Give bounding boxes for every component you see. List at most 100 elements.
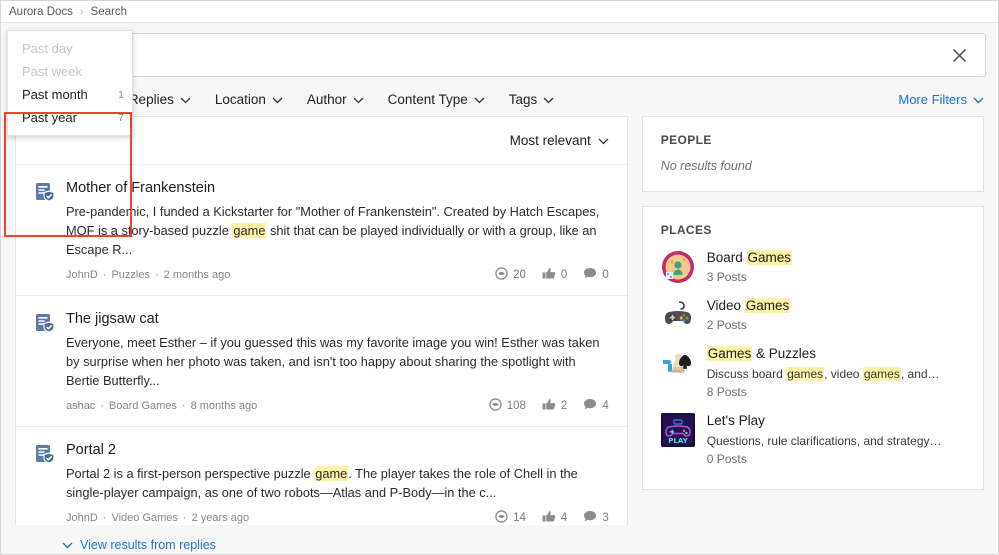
view-replies-label: View results from replies bbox=[80, 538, 216, 552]
dropdown-item-label: Past month bbox=[22, 87, 88, 102]
meta-separator: · bbox=[102, 269, 107, 281]
place-name: Video Games bbox=[707, 297, 791, 314]
last-update-dropdown-menu[interactable]: Past day Past week Past month 1 Past yea… bbox=[7, 30, 133, 136]
views-count: 14 bbox=[513, 512, 526, 524]
breadcrumb-current: Search bbox=[90, 5, 128, 18]
meta-separator: · bbox=[100, 400, 105, 412]
lets-play-avatar: PLAY bbox=[660, 413, 695, 447]
result-item[interactable]: The jigsaw cat Everyone, meet Esther – i… bbox=[16, 296, 627, 427]
more-filters-label: More Filters bbox=[898, 92, 967, 107]
views-stat: 20 bbox=[495, 267, 526, 283]
clear-icon[interactable] bbox=[950, 46, 969, 65]
meta-separator: · bbox=[102, 512, 107, 524]
view-results-from-replies-button[interactable]: View results from replies bbox=[16, 530, 627, 555]
filter-location-label: Location bbox=[214, 92, 266, 107]
search-input[interactable] bbox=[62, 46, 950, 64]
sidebar-panel: PEOPLE No results found PLACES Board Gam… bbox=[641, 116, 984, 525]
desc-part: , and… bbox=[900, 367, 940, 381]
results-panel: Most relevant Mother of Frankenstein Pre… bbox=[15, 116, 628, 552]
desc-part: Discuss board bbox=[706, 367, 787, 381]
place-item-games-and-puzzles[interactable]: Games & Puzzles Discuss board games, vid… bbox=[661, 345, 965, 399]
result-place[interactable]: Video Games bbox=[111, 512, 177, 524]
video-games-avatar bbox=[661, 298, 695, 332]
result-body: Portal 2 Portal 2 is a first-person pers… bbox=[66, 441, 609, 526]
board-games-avatar bbox=[661, 250, 695, 284]
result-title[interactable]: Portal 2 bbox=[66, 441, 609, 459]
result-item[interactable]: Mother of Frankenstein Pre-pandemic, I f… bbox=[16, 165, 627, 296]
result-author[interactable]: ashac bbox=[66, 400, 95, 412]
filter-tags[interactable]: Tags bbox=[503, 88, 561, 111]
filter-author[interactable]: Author bbox=[301, 88, 370, 111]
result-body: The jigsaw cat Everyone, meet Esther – i… bbox=[66, 310, 609, 414]
place-name-highlight: Games bbox=[706, 346, 753, 361]
result-meta: JohnD · Video Games · 2 years ago 14 4 3 bbox=[66, 510, 609, 526]
place-posts: 2 Posts bbox=[706, 318, 747, 332]
dropdown-item-past-week: Past week bbox=[8, 60, 132, 83]
filter-location[interactable]: Location bbox=[209, 88, 289, 111]
filter-tags-label: Tags bbox=[508, 92, 538, 107]
meta-separator: · bbox=[181, 400, 186, 412]
place-item-lets-play[interactable]: PLAY Let's Play Questions, rule clarific… bbox=[660, 412, 965, 466]
sort-dropdown[interactable]: Most relevant bbox=[510, 133, 609, 148]
result-author[interactable]: JohnD bbox=[66, 512, 98, 524]
document-verified-icon bbox=[34, 181, 56, 283]
filter-replies-label: Replies bbox=[128, 92, 174, 107]
more-filters-button[interactable]: More Filters bbox=[898, 92, 984, 107]
result-snippet: Portal 2 is a first-person perspective p… bbox=[66, 464, 609, 502]
breadcrumb-root[interactable]: Aurora Docs bbox=[9, 6, 73, 18]
document-verified-icon bbox=[34, 312, 56, 414]
result-author[interactable]: JohnD bbox=[66, 269, 98, 281]
comment-icon bbox=[583, 267, 597, 283]
place-body: Board Games 3 Posts bbox=[707, 249, 793, 284]
place-desc: Discuss board games, video games, and… bbox=[707, 366, 940, 382]
views-icon bbox=[488, 398, 502, 414]
svg-text:PLAY: PLAY bbox=[668, 437, 688, 445]
result-item[interactable]: Portal 2 Portal 2 is a first-person pers… bbox=[16, 427, 627, 530]
desc-highlight: games bbox=[786, 367, 825, 381]
filter-content-type[interactable]: Content Type bbox=[382, 88, 491, 111]
views-icon bbox=[495, 510, 508, 526]
result-meta: ashac · Board Games · 8 months ago 108 2… bbox=[66, 398, 609, 414]
dropdown-item-past-month[interactable]: Past month 1 bbox=[8, 83, 132, 106]
place-item-video-games[interactable]: Video Games 2 Posts bbox=[661, 297, 965, 332]
comments-count: 0 bbox=[602, 269, 609, 281]
result-title[interactable]: Mother of Frankenstein bbox=[66, 179, 609, 197]
result-title[interactable]: The jigsaw cat bbox=[66, 310, 609, 328]
meta-separator: · bbox=[182, 512, 187, 524]
result-time: 2 months ago bbox=[163, 269, 231, 281]
place-name: Let's Play bbox=[706, 413, 765, 428]
place-name-highlight: Games bbox=[746, 250, 793, 265]
filter-replies[interactable]: Replies bbox=[123, 88, 197, 111]
place-body: Let's Play Questions, rule clarification… bbox=[707, 412, 942, 466]
place-item-board-games[interactable]: Board Games 3 Posts bbox=[661, 249, 965, 284]
result-snippet: Everyone, meet Esther – if you guessed t… bbox=[66, 333, 609, 390]
result-place[interactable]: Board Games bbox=[109, 400, 177, 412]
result-stats: 14 4 3 bbox=[495, 510, 609, 526]
place-posts: 0 Posts bbox=[706, 452, 747, 466]
thumbs-up-icon bbox=[542, 267, 556, 283]
sort-label: Most relevant bbox=[509, 133, 591, 148]
result-body: Mother of Frankenstein Pre-pandemic, I f… bbox=[66, 179, 609, 283]
chevron-down-icon bbox=[180, 92, 191, 107]
search-page: Aurora Docs › Search Last Update Replies bbox=[0, 0, 999, 555]
chevron-down-icon bbox=[353, 92, 364, 107]
games-puzzles-avatar bbox=[661, 346, 695, 380]
chevron-down-icon bbox=[474, 92, 485, 107]
dropdown-item-past-day: Past day bbox=[8, 37, 132, 60]
place-body: Games & Puzzles Discuss board games, vid… bbox=[706, 345, 940, 399]
search-area bbox=[1, 23, 998, 77]
result-stats: 20 0 0 bbox=[495, 267, 609, 283]
result-meta: JohnD · Puzzles · 2 months ago 20 0 0 bbox=[66, 267, 609, 283]
dropdown-item-count: 7 bbox=[118, 111, 124, 124]
result-place[interactable]: Puzzles bbox=[111, 269, 150, 281]
people-empty-text: No results found bbox=[660, 159, 752, 173]
desc-part: , video bbox=[824, 367, 863, 381]
result-time: 2 years ago bbox=[191, 512, 250, 524]
thumbs-up-icon bbox=[542, 398, 556, 414]
content-columns: Most relevant Mother of Frankenstein Pre… bbox=[1, 116, 998, 552]
places-card-title: PLACES bbox=[660, 223, 712, 237]
dropdown-item-past-year[interactable]: Past year 7 bbox=[8, 106, 132, 129]
dropdown-item-label: Past day bbox=[22, 41, 73, 56]
views-count: 20 bbox=[513, 269, 526, 281]
chevron-down-icon bbox=[543, 92, 554, 107]
